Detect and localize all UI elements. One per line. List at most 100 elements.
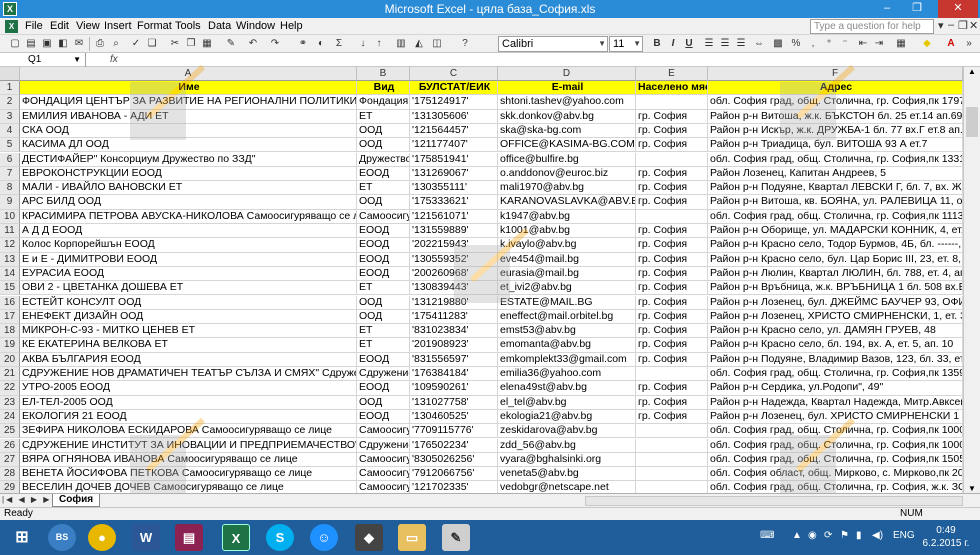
cell-email[interactable]: vedobgr@netscape.net <box>498 481 636 493</box>
header-cell-email[interactable]: E-mail <box>498 81 636 96</box>
sort-ascending-icon[interactable]: ↓ <box>356 37 370 51</box>
cell-name[interactable]: ВЕНЕТА ЙОСИФОВА ПЕТКОВА Самоосигуряващо … <box>20 467 357 482</box>
cell-email[interactable]: office@bulfire.bg <box>498 152 636 167</box>
menu-view[interactable]: View <box>76 20 100 32</box>
row-number[interactable]: 16 <box>0 295 20 310</box>
font-color-icon[interactable]: A <box>944 37 958 51</box>
cell-city[interactable] <box>636 452 708 468</box>
cell-name[interactable]: А Д Д ЕООД <box>20 224 357 239</box>
cell-address[interactable]: Район р-н Надежда, Квартал Надежда, Митр… <box>708 395 963 410</box>
cell-bulstat[interactable]: '109590261' <box>410 381 498 396</box>
cell-name[interactable]: АРС БИЛД ООД <box>20 195 357 210</box>
cell-city[interactable] <box>636 95 708 110</box>
cell-name[interactable]: КАСИМА ДЛ ООД <box>20 138 357 153</box>
row-number[interactable]: 29 <box>0 481 20 493</box>
cell-name[interactable]: МИКРОН-С-93 - МИТКО ЦЕНЕВ ЕТ <box>20 324 357 339</box>
menu-window[interactable]: Window <box>236 20 275 32</box>
skype-icon[interactable]: S <box>266 524 294 551</box>
fx-icon[interactable]: fx <box>110 53 118 66</box>
cell-email[interactable]: elena49st@abv.bg <box>498 381 636 396</box>
cell-city[interactable] <box>636 424 708 439</box>
row-number[interactable]: 20 <box>0 352 20 367</box>
cell-email[interactable]: et_ivi2@abv.bg <box>498 281 636 296</box>
cell-email[interactable]: ska@ska-bg.com <box>498 123 636 139</box>
hyperlink-icon[interactable]: ⚭ <box>296 37 310 51</box>
cell-email[interactable]: zdd_56@abv.bg <box>498 438 636 453</box>
merge-center-icon[interactable]: ⇔ <box>752 37 766 51</box>
cell-city[interactable] <box>636 367 708 382</box>
cell-type[interactable]: ЕООД <box>357 381 410 396</box>
cell-city[interactable]: гр. София <box>636 266 708 282</box>
cell-type[interactable]: ЕООД <box>357 166 410 182</box>
workbook-close-button[interactable]: ✕ <box>969 19 978 32</box>
copy-icon[interactable]: ❐ <box>184 37 198 51</box>
cell-city[interactable]: гр. София <box>636 123 708 139</box>
cell-type[interactable]: Сдружение <box>357 367 410 382</box>
row-number[interactable]: 23 <box>0 395 20 410</box>
cell-city[interactable] <box>636 481 708 493</box>
cell-bulstat[interactable]: '131219880' <box>410 295 498 310</box>
messenger-icon[interactable]: ☺ <box>310 524 338 551</box>
cell-type[interactable]: ЕООД <box>357 224 410 239</box>
cell-bulstat[interactable]: '131559889' <box>410 224 498 239</box>
cell-city[interactable]: гр. София <box>636 395 708 410</box>
row-number[interactable]: 5 <box>0 138 20 153</box>
cell-email[interactable]: vyara@bghalsinki.org <box>498 452 636 468</box>
cell-email[interactable]: emomanta@abv.bg <box>498 338 636 353</box>
cell-city[interactable] <box>636 438 708 453</box>
row-number[interactable]: 14 <box>0 266 20 282</box>
start-button[interactable]: ⊞ <box>6 524 38 551</box>
scroll-down-icon[interactable]: ▼ <box>964 484 980 493</box>
column-header-f[interactable]: F <box>708 67 963 81</box>
permission-icon[interactable]: ◧ <box>56 37 70 51</box>
cell-address[interactable]: Район р-н Витоша, кв. БОЯНА, ул. РАЛЕВИЦ… <box>708 195 963 210</box>
cell-address[interactable]: обл. София град, общ. Столична, гр. Софи… <box>708 452 963 468</box>
cell-email[interactable]: ekologia21@abv.bg <box>498 409 636 425</box>
cell-type[interactable]: ООД <box>357 138 410 153</box>
menu-file[interactable]: File <box>25 20 43 32</box>
email-icon[interactable]: ✉ <box>72 37 86 51</box>
cell-email[interactable]: ESTATE@MAIL.BG <box>498 295 636 310</box>
cell-name[interactable]: Е и Е - ДИМИТРОВИ ЕООД <box>20 252 357 267</box>
cell-bulstat[interactable]: '130559352' <box>410 252 498 267</box>
signal-icon[interactable]: ▮ <box>856 530 862 541</box>
cell-email[interactable]: zeskidarova@abv.bg <box>498 424 636 439</box>
cell-email[interactable]: emilia36@yahoo.com <box>498 367 636 382</box>
game-icon[interactable]: ◆ <box>355 524 383 551</box>
cell-name[interactable]: ЕУРАСИА ЕООД <box>20 266 357 282</box>
chevron-down-icon[interactable]: ▼ <box>598 37 606 51</box>
font-size-select[interactable]: 11 ▼ <box>609 36 643 52</box>
cell-name[interactable]: ФОНДАЦИЯ ЦЕНТЪР ЗА РАЗВИТИЕ НА РЕГИОНАЛН… <box>20 95 357 110</box>
zoom-icon[interactable]: ◫ <box>430 37 444 51</box>
help-dropdown-icon[interactable]: ▾ <box>938 19 944 32</box>
align-right-icon[interactable]: ☰ <box>734 37 748 51</box>
cell-address[interactable]: обл. София област, общ. Мирково, с. Мирк… <box>708 467 963 482</box>
row-number[interactable]: 12 <box>0 238 20 253</box>
cell-city[interactable]: гр. София <box>636 409 708 425</box>
cell-bulstat[interactable]: '131305606' <box>410 109 498 124</box>
cell-name[interactable]: ЕВРОКОНСТРУКЦИИ ЕООД <box>20 166 357 182</box>
row-number[interactable]: 3 <box>0 109 20 124</box>
underline-button[interactable]: U <box>682 37 696 51</box>
cell-city[interactable] <box>636 209 708 224</box>
bs-player-icon[interactable]: BS <box>48 524 76 551</box>
chrome-icon[interactable]: ● <box>88 524 116 551</box>
column-header-d[interactable]: D <box>498 67 636 81</box>
research-icon[interactable]: ❏ <box>145 37 159 51</box>
volume-icon[interactable]: ◀) <box>872 530 883 541</box>
row-number[interactable]: 24 <box>0 409 20 425</box>
menu-help[interactable]: Help <box>280 20 303 32</box>
cell-type[interactable]: Самоосигур <box>357 481 410 493</box>
cell-bulstat[interactable]: '200260968' <box>410 266 498 282</box>
cell-email[interactable]: eurasia@mail.bg <box>498 266 636 282</box>
cell-type[interactable]: ООД <box>357 395 410 410</box>
cell-email[interactable]: k.ivaylo@abv.bg <box>498 238 636 253</box>
cell-name[interactable]: ДЕСТИФАЙЕР" Консорциум Дружество по ЗЗД" <box>20 152 357 167</box>
minimize-button[interactable]: – <box>874 0 900 18</box>
cell-address[interactable]: обл. София град, общ. Столична, гр. Софи… <box>708 438 963 453</box>
cell-address[interactable]: Район р-н Сердика, ул.Родопи", 49" <box>708 381 963 396</box>
paste-icon[interactable]: ▦ <box>200 37 214 51</box>
row-number[interactable]: 28 <box>0 467 20 482</box>
cell-type[interactable]: Дружество <box>357 152 410 167</box>
sort-descending-icon[interactable]: ↑ <box>372 37 386 51</box>
